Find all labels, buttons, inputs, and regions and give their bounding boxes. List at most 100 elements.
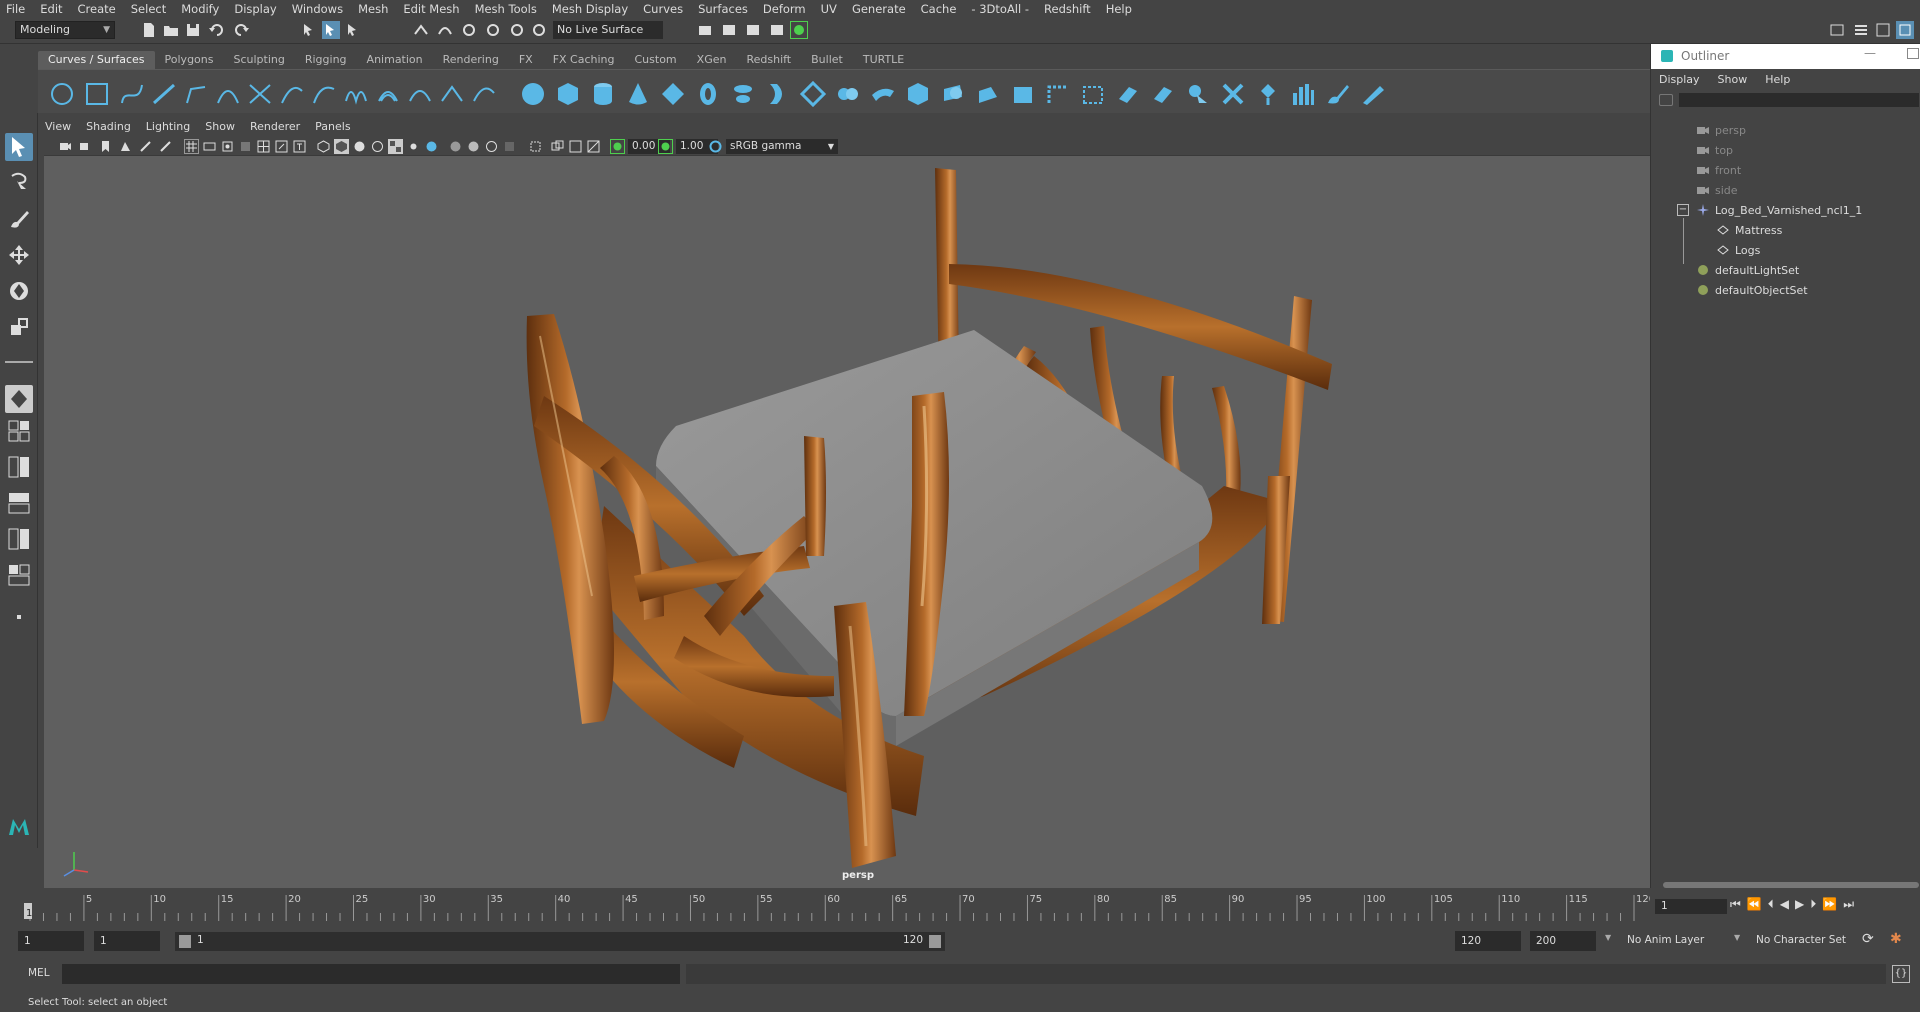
tab-bullet[interactable]: Bullet bbox=[801, 51, 853, 69]
filter-icon[interactable] bbox=[1659, 94, 1673, 106]
outliner-item-logs[interactable]: Logs bbox=[1651, 240, 1920, 260]
workspace-icon[interactable] bbox=[1828, 21, 1846, 39]
select-hierarchy-icon[interactable] bbox=[300, 21, 318, 39]
detach-curves-icon[interactable] bbox=[278, 80, 306, 108]
safe-action-icon[interactable] bbox=[274, 139, 289, 154]
snap-surface-icon[interactable] bbox=[508, 21, 526, 39]
new-scene-icon[interactable] bbox=[140, 21, 158, 39]
screen-space-ao-icon[interactable] bbox=[448, 139, 463, 154]
collapse-icon[interactable]: − bbox=[1677, 204, 1689, 216]
xray-components-icon[interactable] bbox=[586, 139, 601, 154]
default-material-icon[interactable] bbox=[352, 139, 367, 154]
graph-editor-layout-icon[interactable] bbox=[5, 525, 33, 553]
textured-icon[interactable] bbox=[388, 139, 403, 154]
live-surface-field[interactable]: No Live Surface bbox=[553, 21, 663, 39]
save-scene-icon[interactable] bbox=[184, 21, 202, 39]
outliner-layout-icon[interactable] bbox=[5, 489, 33, 517]
menu-edit-mesh[interactable]: Edit Mesh bbox=[403, 2, 459, 16]
redo-icon[interactable] bbox=[232, 21, 250, 39]
menu-edit[interactable]: Edit bbox=[40, 2, 62, 16]
wireframe-icon[interactable] bbox=[316, 139, 331, 154]
view-transform-dropdown[interactable]: sRGB gamma ▼ bbox=[726, 139, 838, 154]
menu-mesh-tools[interactable]: Mesh Tools bbox=[475, 2, 537, 16]
outliner-item-side[interactable]: side bbox=[1651, 180, 1920, 200]
menu-display[interactable]: Display bbox=[234, 2, 276, 16]
isolate-select-icon[interactable] bbox=[528, 139, 543, 154]
gamma-icon[interactable] bbox=[658, 139, 673, 154]
tab-fx[interactable]: FX bbox=[509, 51, 543, 69]
grid-icon[interactable] bbox=[184, 139, 199, 154]
paint-select-icon[interactable] bbox=[5, 205, 33, 233]
nurbs-cube-icon[interactable] bbox=[554, 80, 582, 108]
outliner-item-persp[interactable]: persp bbox=[1651, 120, 1920, 140]
nurbs-circle-icon[interactable] bbox=[48, 80, 76, 108]
outliner-menu-display[interactable]: Display bbox=[1659, 73, 1700, 86]
xray-icon[interactable] bbox=[550, 139, 565, 154]
paint-effects-icon[interactable] bbox=[1324, 80, 1352, 108]
insert-isoparm-icon[interactable] bbox=[1114, 80, 1142, 108]
select-tool-icon[interactable] bbox=[5, 133, 33, 161]
extrude-icon[interactable] bbox=[834, 80, 862, 108]
stitch-icon[interactable] bbox=[1219, 80, 1247, 108]
snap-live-icon[interactable] bbox=[530, 21, 548, 39]
time-slider[interactable]: 5 10 15 20 25 30 35 40 45 50 55 60 65 70 75 80 85 90 95 100… bbox=[24, 889, 1650, 922]
outliner-item-front[interactable]: front bbox=[1651, 160, 1920, 180]
tab-redshift[interactable]: Redshift bbox=[736, 51, 801, 69]
outliner-item-log-bed[interactable]: − Log_Bed_Varnished_ncl1_1 bbox=[1651, 200, 1920, 220]
outliner-menu-help[interactable]: Help bbox=[1765, 73, 1790, 86]
tab-fx-caching[interactable]: FX Caching bbox=[543, 51, 625, 69]
attribute-editor-icon[interactable] bbox=[1852, 21, 1870, 39]
extend-curve-icon[interactable] bbox=[342, 80, 370, 108]
intersect-icon[interactable] bbox=[939, 80, 967, 108]
menu-generate[interactable]: Generate bbox=[852, 2, 906, 16]
use-all-lights-icon[interactable] bbox=[406, 139, 421, 154]
move-tool-icon[interactable] bbox=[5, 241, 33, 269]
step-back-frame-icon[interactable]: ⏴ bbox=[1768, 897, 1774, 912]
go-to-end-icon[interactable]: ⏭ bbox=[1843, 897, 1854, 912]
custom-layout-icon[interactable] bbox=[5, 603, 33, 631]
snap-view-icon[interactable] bbox=[484, 21, 502, 39]
offset-surface-icon[interactable] bbox=[1149, 80, 1177, 108]
vp-menu-view[interactable]: View bbox=[45, 120, 71, 136]
hypershade-layout-icon[interactable] bbox=[5, 561, 33, 589]
motion-blur-icon[interactable] bbox=[466, 139, 481, 154]
menu-mesh[interactable]: Mesh bbox=[358, 2, 388, 16]
exposure-icon[interactable] bbox=[610, 139, 625, 154]
resolution-gate-icon[interactable] bbox=[220, 139, 235, 154]
select-component-icon[interactable] bbox=[344, 21, 362, 39]
menu-deform[interactable]: Deform bbox=[763, 2, 806, 16]
grease-pencil-icon[interactable] bbox=[158, 139, 173, 154]
playback-end-field[interactable]: 120 bbox=[1455, 931, 1521, 951]
step-forward-frame-icon[interactable]: ⏵ bbox=[1810, 897, 1816, 912]
menu-uv[interactable]: UV bbox=[821, 2, 837, 16]
scene-start-field[interactable]: 1 bbox=[18, 931, 84, 951]
menu-redshift[interactable]: Redshift bbox=[1044, 2, 1091, 16]
trim-tool-icon[interactable] bbox=[1009, 80, 1037, 108]
pencil-curve-icon[interactable] bbox=[182, 80, 210, 108]
smooth-shade-icon[interactable] bbox=[334, 139, 349, 154]
vp-menu-lighting[interactable]: Lighting bbox=[146, 120, 190, 136]
two-pane-layout-icon[interactable] bbox=[5, 453, 33, 481]
add-points-icon[interactable] bbox=[438, 80, 466, 108]
bevel-plus-icon[interactable] bbox=[904, 80, 932, 108]
offset-curve-icon[interactable] bbox=[374, 80, 402, 108]
snap-grid-icon[interactable] bbox=[412, 21, 430, 39]
menu-curves[interactable]: Curves bbox=[643, 2, 683, 16]
four-view-layout-icon[interactable] bbox=[5, 417, 33, 445]
snap-curve-icon[interactable] bbox=[436, 21, 454, 39]
rotate-tool-icon[interactable] bbox=[5, 277, 33, 305]
step-forward-key-icon[interactable]: ⏩ bbox=[1822, 897, 1837, 912]
go-to-start-icon[interactable]: ⏮ bbox=[1730, 897, 1741, 912]
tab-xgen[interactable]: XGen bbox=[687, 51, 737, 69]
undo-icon[interactable] bbox=[208, 21, 226, 39]
gate-mask-icon[interactable] bbox=[238, 139, 253, 154]
safe-title-icon[interactable] bbox=[292, 139, 307, 154]
menu-file[interactable]: File bbox=[6, 2, 25, 16]
hypershade-icon[interactable] bbox=[790, 21, 808, 39]
maximize-icon[interactable] bbox=[1907, 48, 1919, 59]
film-gate-icon[interactable] bbox=[202, 139, 217, 154]
minimize-icon[interactable]: — bbox=[1864, 46, 1876, 60]
attach-curves-icon[interactable] bbox=[246, 80, 274, 108]
brush-tool-icon[interactable] bbox=[1359, 80, 1387, 108]
nurbs-torus-icon[interactable] bbox=[694, 80, 722, 108]
